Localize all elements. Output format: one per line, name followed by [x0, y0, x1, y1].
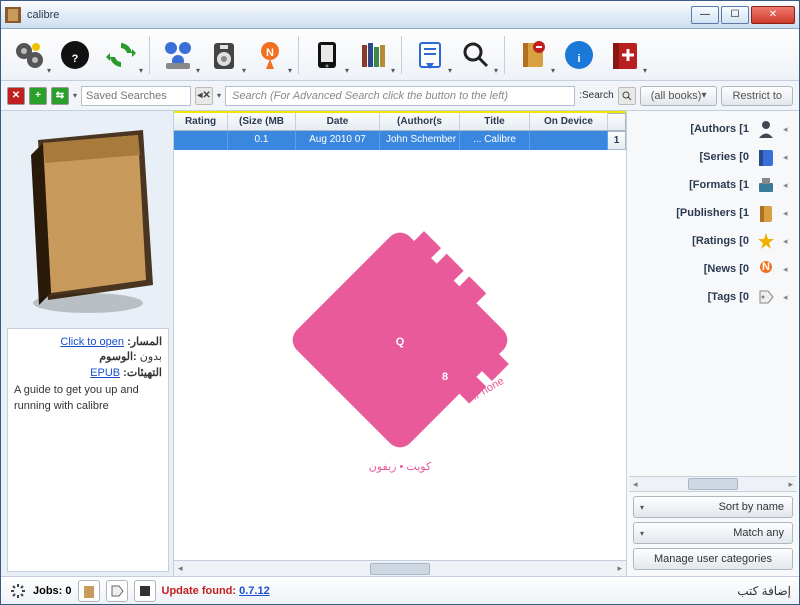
book-list-panel: Rating (Size (MB Date (Author(s Title On… [173, 111, 627, 576]
update-link[interactable]: 0.7.12 [239, 585, 270, 597]
layout-tag-button[interactable] [106, 580, 128, 602]
copy-search-button[interactable]: ⇆ [51, 87, 69, 105]
star-icon [755, 230, 777, 252]
search-button[interactable]: ▾ [454, 33, 498, 77]
category-publishers[interactable]: [Publishers [1◂ [629, 199, 797, 227]
saved-searches-dropdown[interactable]: Saved Searches [81, 86, 191, 106]
info-button[interactable]: i [557, 33, 601, 77]
maximize-button[interactable]: ☐ [721, 6, 749, 24]
book-info-box: Click to open :المسار بدون :الوسوم EPUB … [7, 328, 169, 572]
svg-text:Q: Q [396, 336, 405, 348]
news-icon: N [755, 258, 777, 280]
save-button[interactable]: ▾ [202, 33, 246, 77]
allbooks-dropdown[interactable]: (all books) ▾ [640, 86, 718, 106]
book-icon [755, 146, 777, 168]
app-icon [5, 7, 21, 23]
svg-text:i: i [577, 53, 580, 65]
col-authors[interactable]: (Author(s [380, 113, 460, 130]
content-canvas: Q 8 iPhone كويت • زيفون [174, 150, 626, 560]
search-go-button[interactable] [618, 87, 636, 105]
col-ondevice[interactable]: On Device [530, 113, 608, 130]
category-series[interactable]: [Series [0◂ [629, 143, 797, 171]
left-panel: Click to open :المسار بدون :الوسوم EPUB … [1, 111, 173, 576]
table-header[interactable]: Rating (Size (MB Date (Author(s Title On… [174, 111, 626, 131]
titlebar[interactable]: calibre — ☐ ✕ [1, 1, 799, 29]
help-button[interactable]: ? [53, 33, 97, 77]
book-description: A guide to get you up and running with c… [14, 383, 162, 414]
category-ratings[interactable]: [Ratings [0◂ [629, 227, 797, 255]
device-button[interactable]: ▾ [305, 33, 349, 77]
right-scrollbar[interactable]: ◂▸ [629, 476, 797, 492]
window-title: calibre [27, 9, 691, 21]
svg-text:كويت • زيفون: كويت • زيفون [369, 461, 432, 473]
category-formats[interactable]: [Formats [1◂ [629, 171, 797, 199]
svg-text:?: ? [72, 53, 79, 65]
status-right-text: إضافة كتب [737, 584, 791, 598]
connect-button[interactable]: ▾ [156, 33, 200, 77]
col-size[interactable]: (Size (MB [228, 113, 296, 130]
col-title[interactable]: Title [460, 113, 530, 130]
news-button[interactable]: N▾ [248, 33, 292, 77]
format-link[interactable]: EPUB [90, 367, 120, 379]
cover-image [7, 117, 169, 322]
svg-text:N: N [762, 261, 770, 273]
category-news[interactable]: [News [0N◂ [629, 255, 797, 283]
update-notice: Update found: 0.7.12 [162, 585, 270, 597]
category-authors[interactable]: [Authors [1◂ [629, 115, 797, 143]
clear-search-button[interactable]: ✕ [7, 87, 25, 105]
table-row[interactable]: 0.1 Aug 2010 07 John Schember ... Calibr… [174, 131, 626, 150]
metadata-button[interactable]: ▾ [408, 33, 452, 77]
search-input[interactable]: Search (For Advanced Search click the bu… [225, 86, 575, 106]
person-icon [755, 118, 777, 140]
minimize-button[interactable]: — [691, 6, 719, 24]
typewriter-icon [755, 174, 777, 196]
toolbar: ▾ ? ▾ ▾ ▾ N▾ ▾ ▾ ▾ ▾ ▾ i ▾ [1, 29, 799, 81]
status-bar: Jobs: 0 Update found: 0.7.12 إضافة كتب [1, 576, 799, 604]
row-number: 1 [608, 131, 626, 150]
search-label: :Search [579, 90, 613, 101]
jobs-label[interactable]: Jobs: 0 [33, 585, 72, 597]
library-button[interactable]: ▾ [351, 33, 395, 77]
search-bar: ✕ + ⇆ ▾ Saved Searches ◂✕ ▾ Search (For … [1, 81, 799, 111]
jobs-spinner-icon [9, 582, 27, 600]
match-button[interactable]: ▾Match any [633, 522, 793, 544]
book-remove-button[interactable]: ▾ [511, 33, 555, 77]
advanced-search-button[interactable]: ◂✕ [195, 87, 213, 105]
close-button[interactable]: ✕ [751, 6, 795, 24]
restrict-dropdown[interactable]: Restrict to [721, 86, 793, 106]
svg-text:N: N [266, 47, 274, 59]
col-rating[interactable]: Rating [174, 113, 228, 130]
preferences-button[interactable]: ▾ [7, 33, 51, 77]
category-tags[interactable]: [Tags [0◂ [629, 283, 797, 311]
sort-button[interactable]: ▾Sort by name [633, 496, 793, 518]
add-book-button[interactable]: ▾ [603, 33, 647, 77]
tag-browser: [Authors [1◂ [Series [0◂ [Formats [1◂ [P… [627, 111, 799, 576]
tag-icon [755, 286, 777, 308]
publisher-icon [755, 202, 777, 224]
svg-text:8: 8 [442, 371, 448, 383]
main-area: Click to open :المسار بدون :الوسوم EPUB … [1, 111, 799, 576]
save-search-button[interactable]: + [29, 87, 47, 105]
app-window: calibre — ☐ ✕ ▾ ? ▾ ▾ ▾ N▾ ▾ ▾ ▾ ▾ ▾ i ▾… [0, 0, 800, 605]
col-date[interactable]: Date [296, 113, 380, 130]
manage-categories-button[interactable]: Manage user categories [633, 548, 793, 570]
convert-button[interactable]: ▾ [99, 33, 143, 77]
path-link[interactable]: Click to open [60, 336, 124, 348]
horizontal-scrollbar[interactable]: ◂▸ [174, 560, 626, 576]
layout-cover-button[interactable] [78, 580, 100, 602]
layout-book-button[interactable] [134, 580, 156, 602]
